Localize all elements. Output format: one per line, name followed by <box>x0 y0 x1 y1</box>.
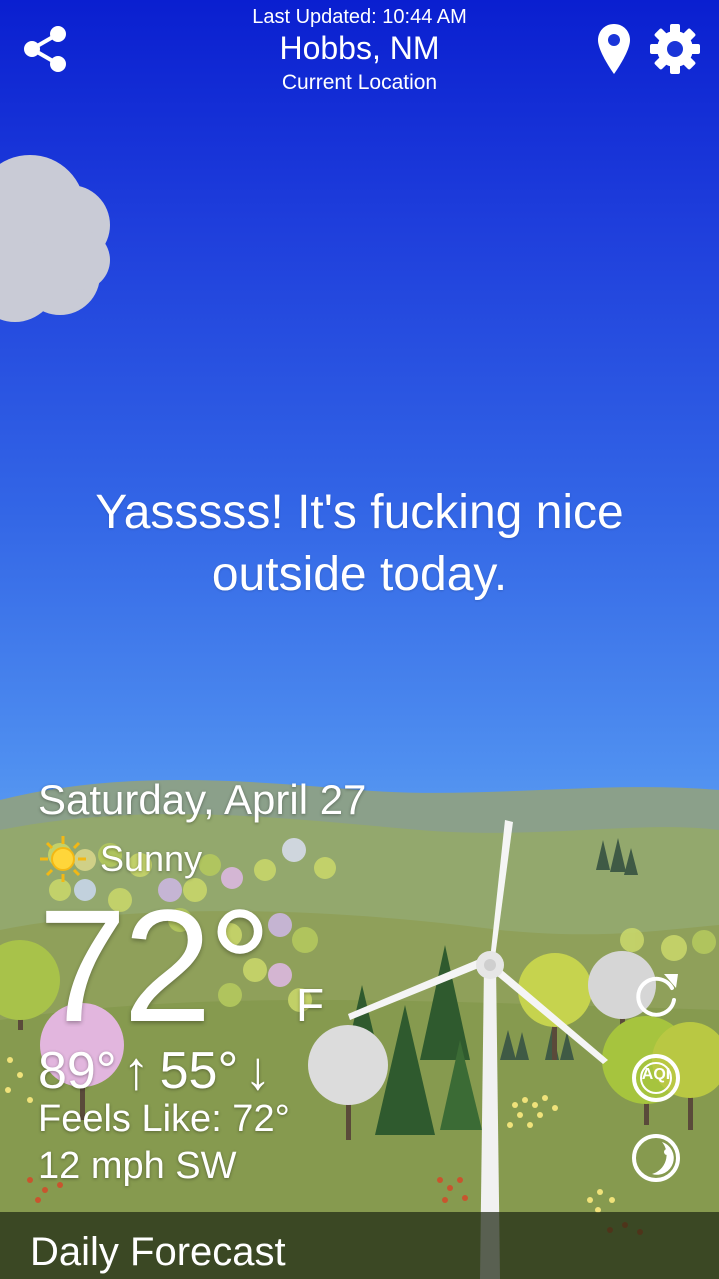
aqi-label: AQI <box>641 1066 671 1083</box>
feels-like: Feels Like: 72° <box>38 1098 290 1140</box>
current-temperature: 72° <box>38 876 272 1055</box>
header: Last Updated: 10:44 AM Hobbs, NM Current… <box>0 0 719 110</box>
map-pin-icon[interactable] <box>596 22 632 76</box>
share-icon[interactable] <box>20 24 70 74</box>
refresh-icon[interactable] <box>628 966 684 1022</box>
condition-text: Sunny <box>100 838 203 879</box>
forecast-date: Saturday, April 27 <box>38 776 367 823</box>
high-temperature: 89° <box>38 1042 117 1100</box>
moon-icon[interactable] <box>628 1130 684 1186</box>
aqi-button[interactable]: AQI <box>628 1050 684 1106</box>
low-temperature: 55° <box>159 1042 239 1100</box>
daily-forecast-bar[interactable]: Daily Forecast <box>0 1212 719 1279</box>
cloud <box>0 155 110 322</box>
daily-forecast-title: Daily Forecast <box>30 1230 286 1274</box>
arrow-down-icon: ↓ <box>244 1041 272 1101</box>
weather-message: Yasssss! It's fucking nice outside today… <box>95 486 624 601</box>
wind-speed: 12 mph SW <box>38 1145 237 1187</box>
temperature-unit[interactable]: F <box>296 978 324 1032</box>
arrow-up-icon: ↑ <box>122 1041 150 1101</box>
gear-icon[interactable] <box>648 22 702 76</box>
high-low-row: 89° ↑ 55° ↓ <box>38 1040 281 1102</box>
